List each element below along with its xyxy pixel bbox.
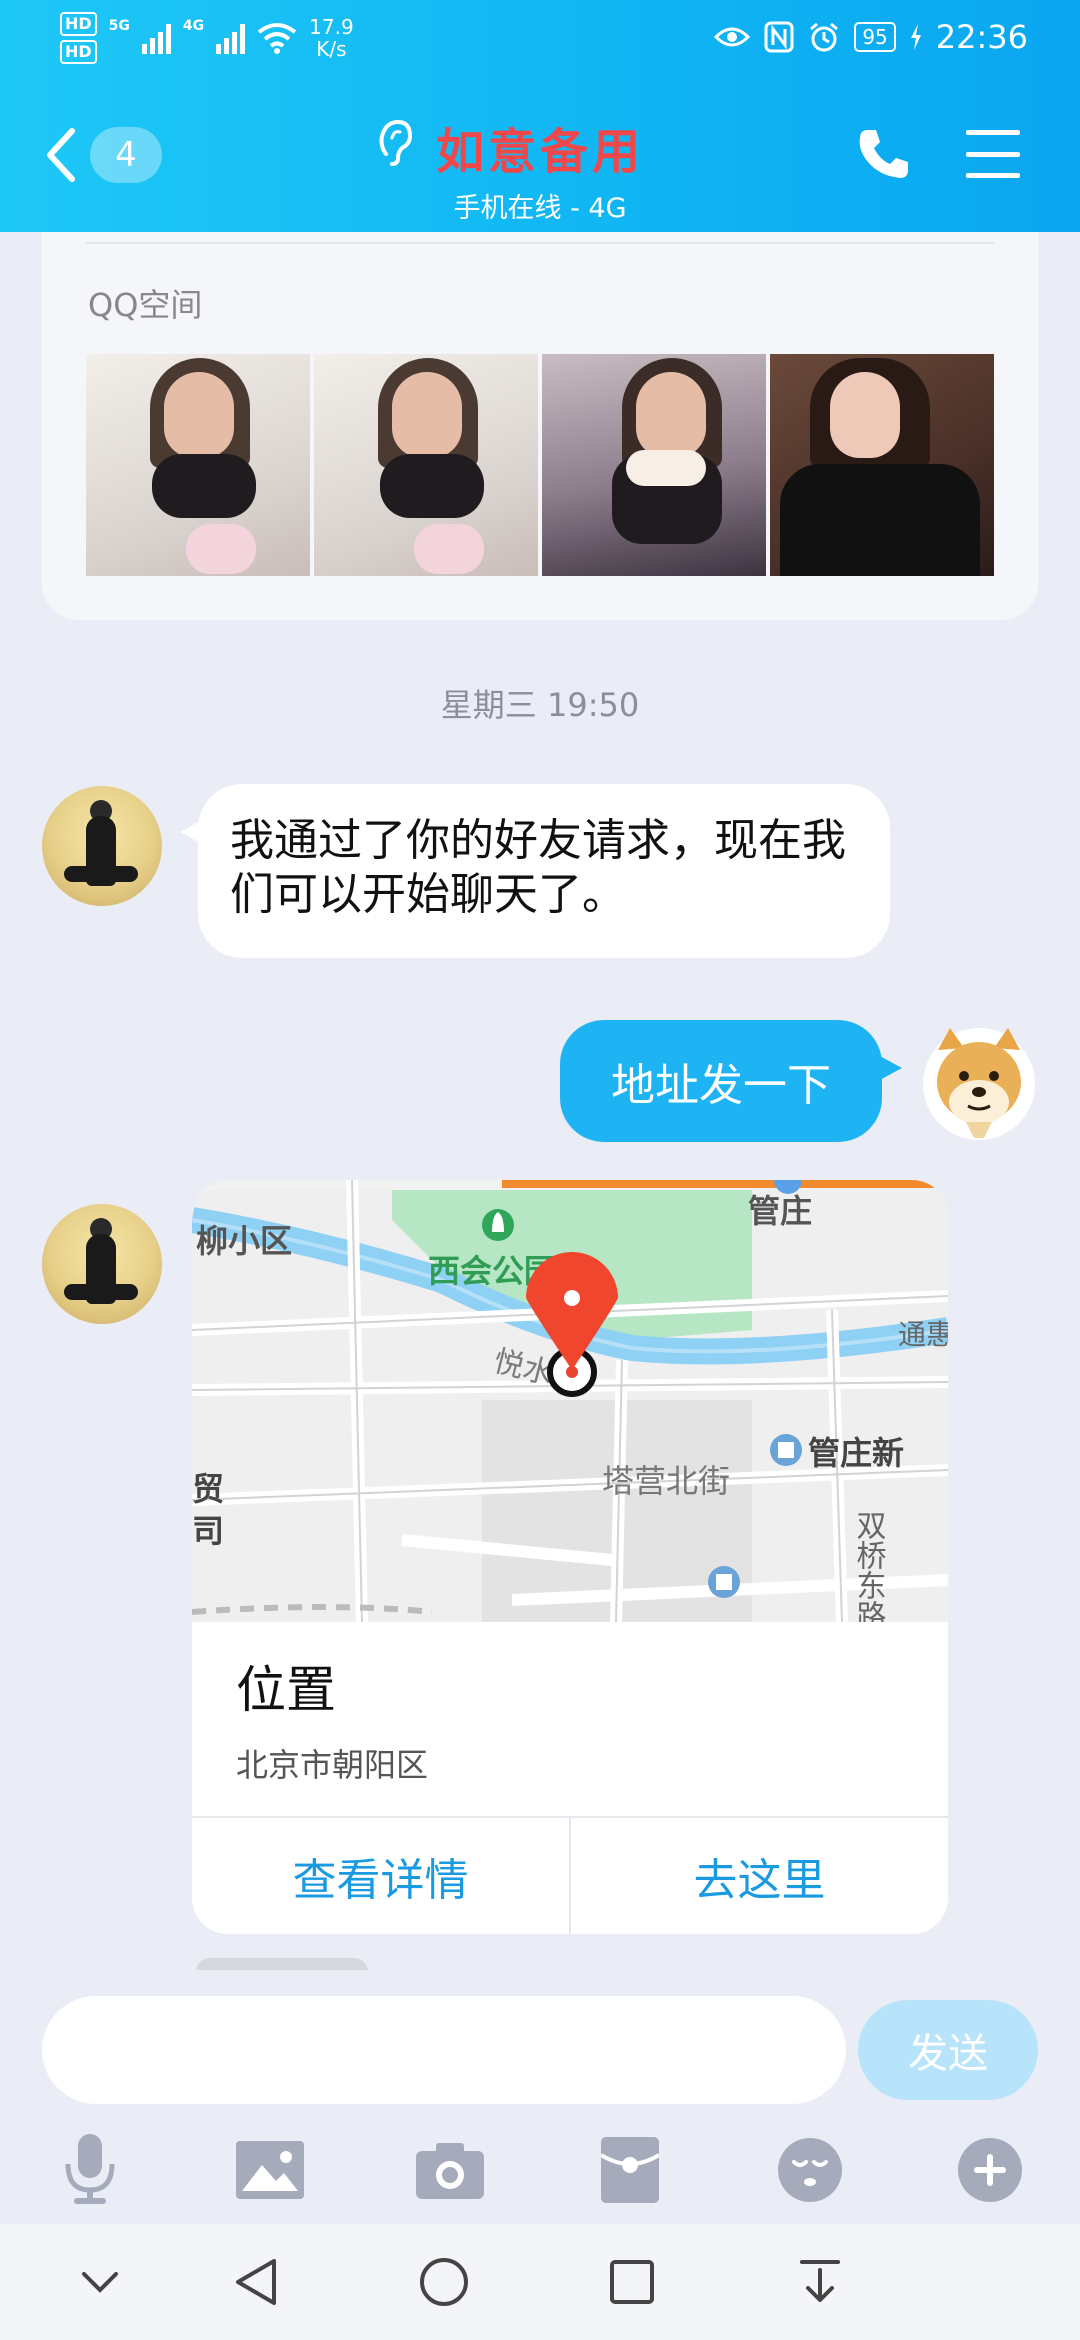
photo-figure — [636, 372, 706, 458]
divider — [86, 242, 994, 244]
collapse-icon[interactable] — [70, 2252, 130, 2312]
qzone-photo[interactable] — [86, 354, 310, 576]
qzone-card[interactable]: QQ空间 — [42, 232, 1038, 620]
photo-figure — [830, 372, 900, 458]
emoji-icon[interactable] — [770, 2130, 850, 2210]
signal-icon — [216, 22, 246, 54]
qzone-photo[interactable] — [542, 354, 766, 576]
microphone-icon[interactable] — [50, 2130, 130, 2210]
red-packet-icon[interactable] — [590, 2130, 670, 2210]
location-address: 北京市朝阳区 — [236, 1746, 429, 1784]
avatar-figure — [64, 866, 138, 882]
location-actions: 查看详情 去这里 — [192, 1816, 948, 1934]
sticker — [186, 524, 256, 574]
charging-icon — [910, 24, 921, 50]
status-left: HD HD 5G 4G 17.9 K/s — [60, 12, 354, 64]
qzone-photo[interactable] — [770, 354, 994, 576]
avatar-figure — [64, 1284, 138, 1300]
photo-figure — [392, 372, 462, 458]
location-card[interactable]: 柳小区 西会公园 管庄 悦水 塔营北街 管庄新 双桥东路 通惠 贸 司 位置 北… — [192, 1180, 948, 1934]
clock: 22:36 — [935, 18, 1028, 56]
camera-icon[interactable] — [410, 2130, 490, 2210]
sim2-hd-badge: HD — [60, 40, 97, 64]
composer-toolbar — [0, 2130, 1080, 2210]
photo-figure — [780, 464, 980, 576]
back-icon[interactable] — [226, 2252, 286, 2312]
network-type-2: 4G — [182, 18, 205, 34]
status-bar: HD HD 5G 4G 17.9 K/s 95 22:36 — [0, 0, 1080, 82]
sim1-hd-badge: HD — [60, 12, 97, 36]
user-avatar-doge-icon[interactable] — [920, 1020, 1038, 1144]
network-speed: 17.9 K/s — [309, 16, 354, 60]
message-input[interactable] — [42, 1996, 846, 2104]
incoming-message-bubble[interactable]: 我通过了你的好友请求，现在我们可以开始聊天了。 — [180, 784, 890, 958]
send-button[interactable]: 发送 — [858, 2000, 1038, 2100]
composer: 发送 — [0, 1970, 1080, 2224]
sticker — [626, 450, 706, 486]
qzone-label: QQ空间 — [88, 286, 203, 324]
photo-figure — [380, 454, 484, 518]
eye-icon — [714, 27, 751, 47]
plus-icon[interactable] — [950, 2130, 1030, 2210]
nfc-icon — [764, 21, 794, 53]
outgoing-message-bubble[interactable]: 地址发一下 — [560, 1020, 902, 1142]
recents-icon[interactable] — [602, 2252, 662, 2312]
speed-value: 17.9 — [309, 15, 354, 39]
contact-status: 手机在线 - 4G — [453, 193, 627, 224]
system-navigation-bar — [0, 2224, 1080, 2340]
contact-avatar[interactable] — [42, 786, 162, 906]
home-icon[interactable] — [414, 2252, 474, 2312]
map-label: 柳小区 — [196, 1222, 292, 1260]
photo-figure — [152, 454, 256, 518]
nav-bar: 4 如意备用 手机在线 - 4G — [0, 90, 1080, 224]
map-label: 通惠 — [898, 1318, 948, 1351]
alarm-icon — [810, 22, 839, 52]
wifi-icon — [257, 23, 297, 54]
image-icon[interactable] — [230, 2130, 310, 2210]
speed-unit: K/s — [316, 37, 347, 61]
chevron-left-icon — [47, 128, 75, 182]
sim-indicators: HD HD — [60, 12, 97, 64]
phone-icon[interactable] — [856, 126, 912, 182]
map-label: 贸 — [192, 1470, 224, 1508]
status-right: 95 22:36 — [714, 18, 1028, 56]
view-details-button[interactable]: 查看详情 — [192, 1818, 569, 1934]
location-map[interactable]: 柳小区 西会公园 管庄 悦水 塔营北街 管庄新 双桥东路 通惠 贸 司 — [192, 1180, 948, 1622]
map-label: 司 — [192, 1512, 224, 1550]
back-button[interactable]: 4 — [46, 122, 166, 188]
contact-name: 如意备用 — [435, 124, 644, 180]
location-title: 位置 — [236, 1661, 336, 1719]
menu-icon[interactable] — [966, 130, 1020, 178]
signal-icon — [141, 22, 171, 54]
chat-header: HD HD 5G 4G 17.9 K/s 95 22:36 4 如意备用 手机在… — [0, 0, 1080, 232]
contact-title[interactable]: 如意备用 手机在线 - 4G — [370, 112, 710, 225]
map-label: 管庄 — [748, 1192, 812, 1230]
map-label: 塔营北街 — [602, 1462, 730, 1500]
unread-badge: 4 — [90, 127, 162, 183]
battery-level: 95 — [854, 22, 896, 52]
qzone-photo[interactable] — [314, 354, 538, 576]
photo-figure — [164, 372, 234, 458]
navigate-here-button[interactable]: 去这里 — [569, 1818, 948, 1934]
message-timestamp: 星期三 19:50 — [440, 686, 640, 724]
sticker — [414, 524, 484, 574]
network-type-1: 5G — [108, 18, 130, 34]
map-label: 管庄新 — [808, 1434, 904, 1472]
map-label: 双桥东路 — [851, 1510, 887, 1622]
qzone-photos — [86, 354, 994, 576]
pull-down-icon[interactable] — [790, 2252, 850, 2312]
contact-avatar[interactable] — [42, 1204, 162, 1324]
